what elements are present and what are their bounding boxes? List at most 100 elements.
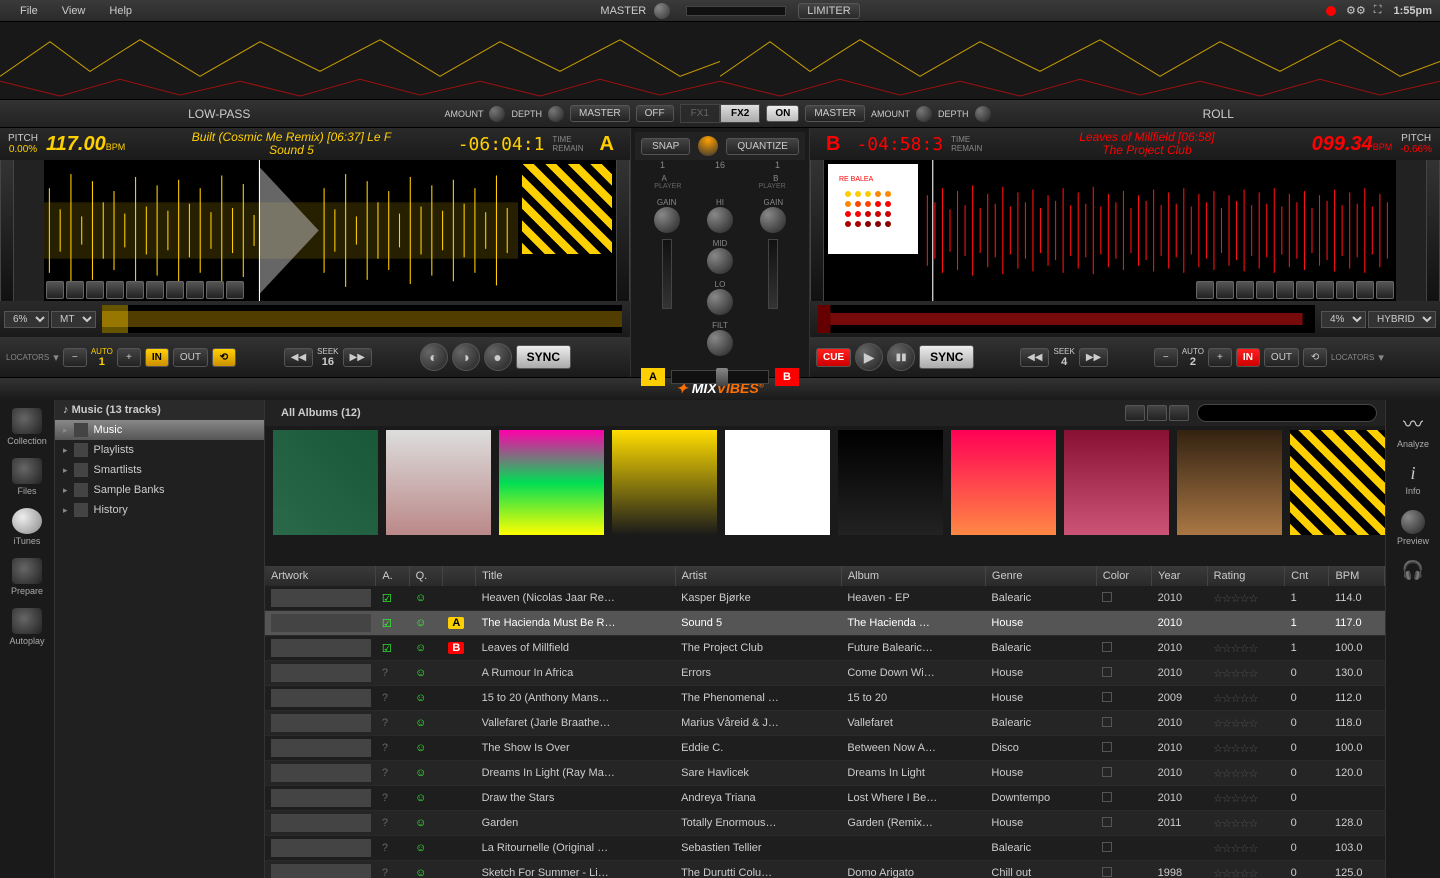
deck-b-tool-9[interactable] (1356, 281, 1374, 299)
menu-help[interactable]: Help (97, 5, 144, 17)
rail-prepare[interactable]: Prepare (11, 558, 43, 596)
album-cover-1[interactable] (386, 430, 491, 535)
tree-item-playlists[interactable]: ▸Playlists (55, 440, 264, 460)
filt-knob[interactable] (707, 330, 733, 356)
deck-b-loop-toggle[interactable]: ⟲ (1303, 348, 1327, 367)
column-header-genre[interactable]: Genre (985, 566, 1096, 586)
column-header-rating[interactable]: Rating (1207, 566, 1285, 586)
track-row[interactable]: ?☺GardenTotally Enormous…Garden (Remix…H… (265, 811, 1385, 836)
deck-b-loop-out-button[interactable]: OUT (1264, 348, 1299, 367)
fx2-master-button[interactable]: MASTER (805, 105, 865, 122)
gain-b-knob[interactable] (760, 207, 786, 233)
deck-a-fx-button-3[interactable]: ● (484, 343, 512, 371)
rating-cell[interactable]: ☆☆☆☆☆ (1207, 811, 1285, 836)
deck-b-tool-10[interactable] (1376, 281, 1394, 299)
menu-view[interactable]: View (50, 5, 98, 17)
rating-cell[interactable]: ☆☆☆☆☆ (1207, 711, 1285, 736)
deck-a-loop-in-button[interactable]: IN (145, 348, 169, 367)
column-header-deck[interactable] (442, 566, 475, 586)
album-cover-7[interactable] (1064, 430, 1169, 535)
deck-b-tool-4[interactable] (1256, 281, 1274, 299)
column-header-title[interactable]: Title (476, 566, 676, 586)
color-cell[interactable] (1096, 836, 1151, 861)
deck-b-tool-5[interactable] (1276, 281, 1294, 299)
fx2-on-button[interactable]: ON (766, 105, 799, 122)
rating-cell[interactable]: ☆☆☆☆☆ (1207, 686, 1285, 711)
column-header-album[interactable]: Album (841, 566, 985, 586)
deck-b-tool-6[interactable] (1296, 281, 1314, 299)
rating-cell[interactable]: ☆☆☆☆☆ (1207, 761, 1285, 786)
master-volume-knob[interactable] (654, 3, 670, 19)
album-cover-6[interactable] (951, 430, 1056, 535)
deck-a-tool-2[interactable] (66, 281, 84, 299)
track-row[interactable]: ?☺The Show Is OverEddie C.Between Now A…… (265, 736, 1385, 761)
tree-item-sample-banks[interactable]: ▸Sample Banks (55, 480, 264, 500)
rail-info[interactable]: iInfo (1405, 463, 1420, 496)
deck-b-tool-1[interactable] (1196, 281, 1214, 299)
fx1-tab[interactable]: FX1 (680, 104, 720, 123)
column-header-a[interactable]: A. (376, 566, 409, 586)
deck-a-sync-button[interactable]: SYNC (516, 345, 571, 369)
deck-a-seek-fwd-button[interactable]: ▶▶ (343, 348, 372, 367)
color-cell[interactable] (1096, 786, 1151, 811)
column-header-color[interactable]: Color (1096, 566, 1151, 586)
color-cell[interactable] (1096, 611, 1151, 636)
fullscreen-icon[interactable]: ⛶ (1374, 4, 1382, 17)
color-cell[interactable] (1096, 861, 1151, 878)
menu-file[interactable]: File (8, 5, 50, 17)
deck-a-tool-6[interactable] (146, 281, 164, 299)
deck-a-loop-out-button[interactable]: OUT (173, 348, 208, 367)
rail-itunes[interactable]: iTunes (12, 508, 42, 546)
track-row[interactable]: ?☺Sketch For Summer - Li…The Durutti Col… (265, 861, 1385, 878)
track-row[interactable]: ☑☺BLeaves of MillfieldThe Project ClubFu… (265, 636, 1385, 661)
deck-b-tool-8[interactable] (1336, 281, 1354, 299)
tree-item-smartlists[interactable]: ▸Smartlists (55, 460, 264, 480)
locator-down-icon[interactable]: ▾ (53, 351, 59, 364)
jog-dial[interactable] (698, 136, 718, 156)
deck-b-minus-button[interactable]: − (1154, 348, 1178, 367)
deck-a-fx-button-2[interactable]: ◑ (452, 343, 480, 371)
color-cell[interactable] (1096, 586, 1151, 611)
deck-a-overview-waveform[interactable] (102, 305, 622, 333)
tree-item-history[interactable]: ▸History (55, 500, 264, 520)
column-header-year[interactable]: Year (1152, 566, 1207, 586)
view-grid-icon[interactable] (1147, 405, 1167, 421)
volume-fader-b[interactable] (768, 239, 778, 309)
deck-b-sync-button[interactable]: SYNC (919, 345, 974, 369)
color-cell[interactable] (1096, 811, 1151, 836)
deck-a-pitch-slider-left[interactable] (0, 160, 14, 301)
hi-knob[interactable] (707, 207, 733, 233)
deck-b-pitch-range[interactable]: 4% (1321, 311, 1366, 328)
deck-a-loop-toggle[interactable]: ⟲ (212, 348, 236, 367)
track-row[interactable]: ?☺A Rumour In AfricaErrorsCome Down Wi…H… (265, 661, 1385, 686)
fx2-amount-knob[interactable] (916, 106, 932, 122)
deck-a-minus-button[interactable]: − (63, 348, 87, 367)
rating-cell[interactable]: ☆☆☆☆☆ (1207, 736, 1285, 761)
settings-icon[interactable]: ⚙⚙ (1346, 4, 1366, 17)
track-row[interactable]: ☑☺AThe Hacienda Must Be R…Sound 5The Hac… (265, 611, 1385, 636)
deck-a-seek-back-button[interactable]: ◀◀ (284, 348, 313, 367)
album-cover-8[interactable] (1177, 430, 1282, 535)
mid-knob[interactable] (707, 248, 733, 274)
snap-button[interactable]: SNAP (641, 138, 690, 155)
deck-b-seek-back-button[interactable]: ◀◀ (1020, 348, 1049, 367)
view-list-icon[interactable] (1125, 405, 1145, 421)
deck-a-tool-1[interactable] (46, 281, 64, 299)
volume-fader-a[interactable] (662, 239, 672, 309)
tree-item-music[interactable]: ▸Music (55, 420, 264, 440)
fx1-depth-knob[interactable] (548, 106, 564, 122)
deck-b-pitch-slider-left[interactable] (810, 160, 824, 301)
rail-autoplay[interactable]: Autoplay (9, 608, 44, 646)
global-waveform-overview[interactable] (0, 22, 1440, 100)
locator-down-icon[interactable]: ▾ (1378, 351, 1384, 364)
deck-b-mode[interactable]: HYBRID (1368, 311, 1436, 328)
deck-a-plus-button[interactable]: + (117, 348, 141, 367)
rating-cell[interactable]: ☆☆☆☆☆ (1207, 861, 1285, 878)
deck-a-tool-10[interactable] (226, 281, 244, 299)
fx1-effect-name[interactable]: LOW-PASS (0, 107, 438, 121)
cue-a-button[interactable]: A (641, 368, 665, 386)
deck-b-cue-button[interactable]: CUE (816, 348, 851, 367)
rating-cell[interactable]: ☆☆☆☆☆ (1207, 836, 1285, 861)
track-row[interactable]: ☑☺Heaven (Nicolas Jaar Re…Kasper BjørkeH… (265, 586, 1385, 611)
column-header-artist[interactable]: Artist (675, 566, 841, 586)
